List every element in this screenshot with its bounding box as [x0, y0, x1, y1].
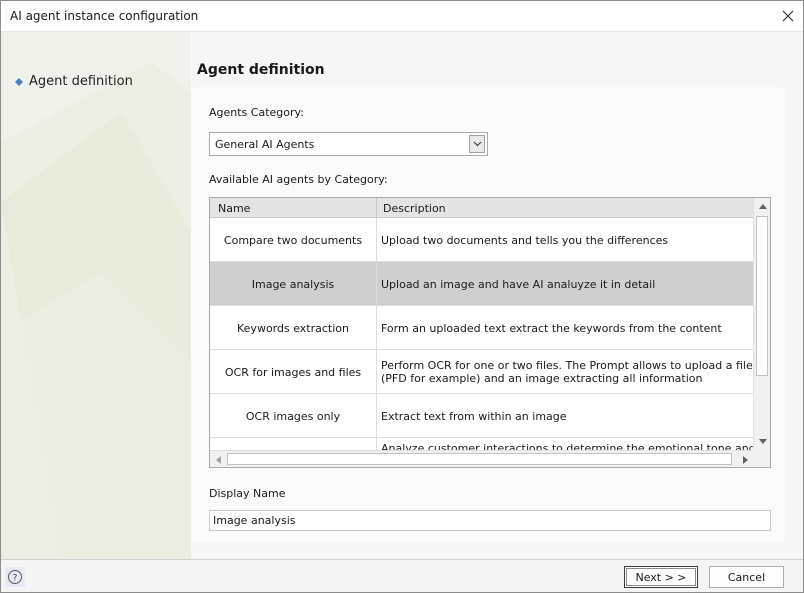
scroll-right-button[interactable]: [738, 452, 753, 467]
svg-text:?: ?: [13, 574, 18, 584]
agent-description-cell: Analyze customer interactions to determi…: [381, 442, 754, 450]
category-label: Agents Category:: [209, 106, 304, 119]
step-label: Agent definition: [29, 74, 133, 89]
agent-name-cell: OCR images only: [210, 394, 377, 438]
next-button[interactable]: Next > >: [624, 566, 698, 588]
horizontal-scroll-thumb[interactable]: [227, 453, 732, 465]
category-dropdown[interactable]: General AI Agents: [209, 132, 488, 156]
title-bar: AI agent instance configuration: [1, 1, 803, 32]
dialog-window: AI agent instance configuration Agent de…: [0, 0, 804, 593]
decorative-background: [1, 62, 191, 559]
close-button[interactable]: [773, 1, 803, 31]
agent-name-cell: OCR for images and files: [210, 350, 377, 394]
main-panel: Agent definition Agents Category: Genera…: [191, 32, 803, 559]
agent-description-cell: Upload an image and have AI analuyze it …: [381, 277, 656, 291]
agent-description-cell: Extract text from within an image: [381, 409, 567, 423]
agent-name-cell: Keywords extraction: [210, 306, 377, 350]
scrollbar-corner: [753, 450, 770, 467]
close-icon: [782, 10, 794, 22]
table-row[interactable]: Keywords extraction Form an uploaded tex…: [210, 306, 754, 350]
scroll-right-arrow-icon: [743, 455, 748, 464]
help-button[interactable]: ?: [5, 567, 25, 587]
column-header-description[interactable]: Description: [377, 198, 754, 218]
table-row[interactable]: Compare two documents Upload two documen…: [210, 218, 754, 262]
scroll-down-arrow-icon: [758, 439, 767, 444]
wizard-steps-panel: Agent definition: [1, 32, 191, 559]
page-title: Agent definition: [197, 62, 325, 78]
table-body: Compare two documents Upload two documen…: [210, 218, 754, 450]
scroll-up-arrow-icon: [758, 204, 767, 209]
scroll-down-button[interactable]: [755, 434, 770, 449]
scroll-up-button[interactable]: [755, 199, 770, 214]
table-row[interactable]: Analyze customer interactions to determi…: [210, 438, 754, 450]
horizontal-scrollbar[interactable]: [210, 450, 754, 467]
column-header-name[interactable]: Name: [210, 198, 377, 218]
chevron-down-icon: [473, 141, 481, 147]
display-name-label: Display Name: [209, 487, 286, 500]
scroll-left-button[interactable]: [211, 452, 226, 467]
dialog-footer: ? Next > > Cancel: [1, 559, 803, 592]
dropdown-button[interactable]: [469, 135, 485, 153]
table-header: Name Description: [210, 198, 754, 218]
agent-name-cell: [210, 438, 377, 450]
agents-table: Name Description Compare two documents U…: [209, 197, 771, 468]
help-icon: ?: [5, 567, 25, 587]
table-row[interactable]: OCR for images and files Perform OCR for…: [210, 350, 754, 394]
available-agents-label: Available AI agents by Category:: [209, 173, 388, 186]
step-agent-definition[interactable]: Agent definition: [15, 74, 133, 89]
vertical-scroll-thumb[interactable]: [756, 216, 768, 376]
category-selected-value: General AI Agents: [215, 138, 315, 151]
display-name-input[interactable]: [209, 510, 771, 531]
vertical-scrollbar[interactable]: [753, 198, 770, 450]
table-row-selected[interactable]: Image analysis Upload an image and have …: [210, 262, 754, 306]
scroll-left-arrow-icon: [216, 455, 221, 464]
cancel-button[interactable]: Cancel: [709, 566, 784, 588]
agent-name-cell: Compare two documents: [210, 218, 377, 262]
diamond-bullet-icon: [15, 77, 23, 86]
agent-description-cell: Form an uploaded text extract the keywor…: [381, 321, 722, 335]
agent-name-cell: Image analysis: [210, 262, 377, 306]
agent-description-cell: Upload two documents and tells you the d…: [381, 233, 669, 247]
window-title: AI agent instance configuration: [10, 9, 199, 23]
table-row[interactable]: OCR images only Extract text from within…: [210, 394, 754, 438]
agent-description-cell: Perform OCR for one or two files. The Pr…: [381, 359, 753, 385]
